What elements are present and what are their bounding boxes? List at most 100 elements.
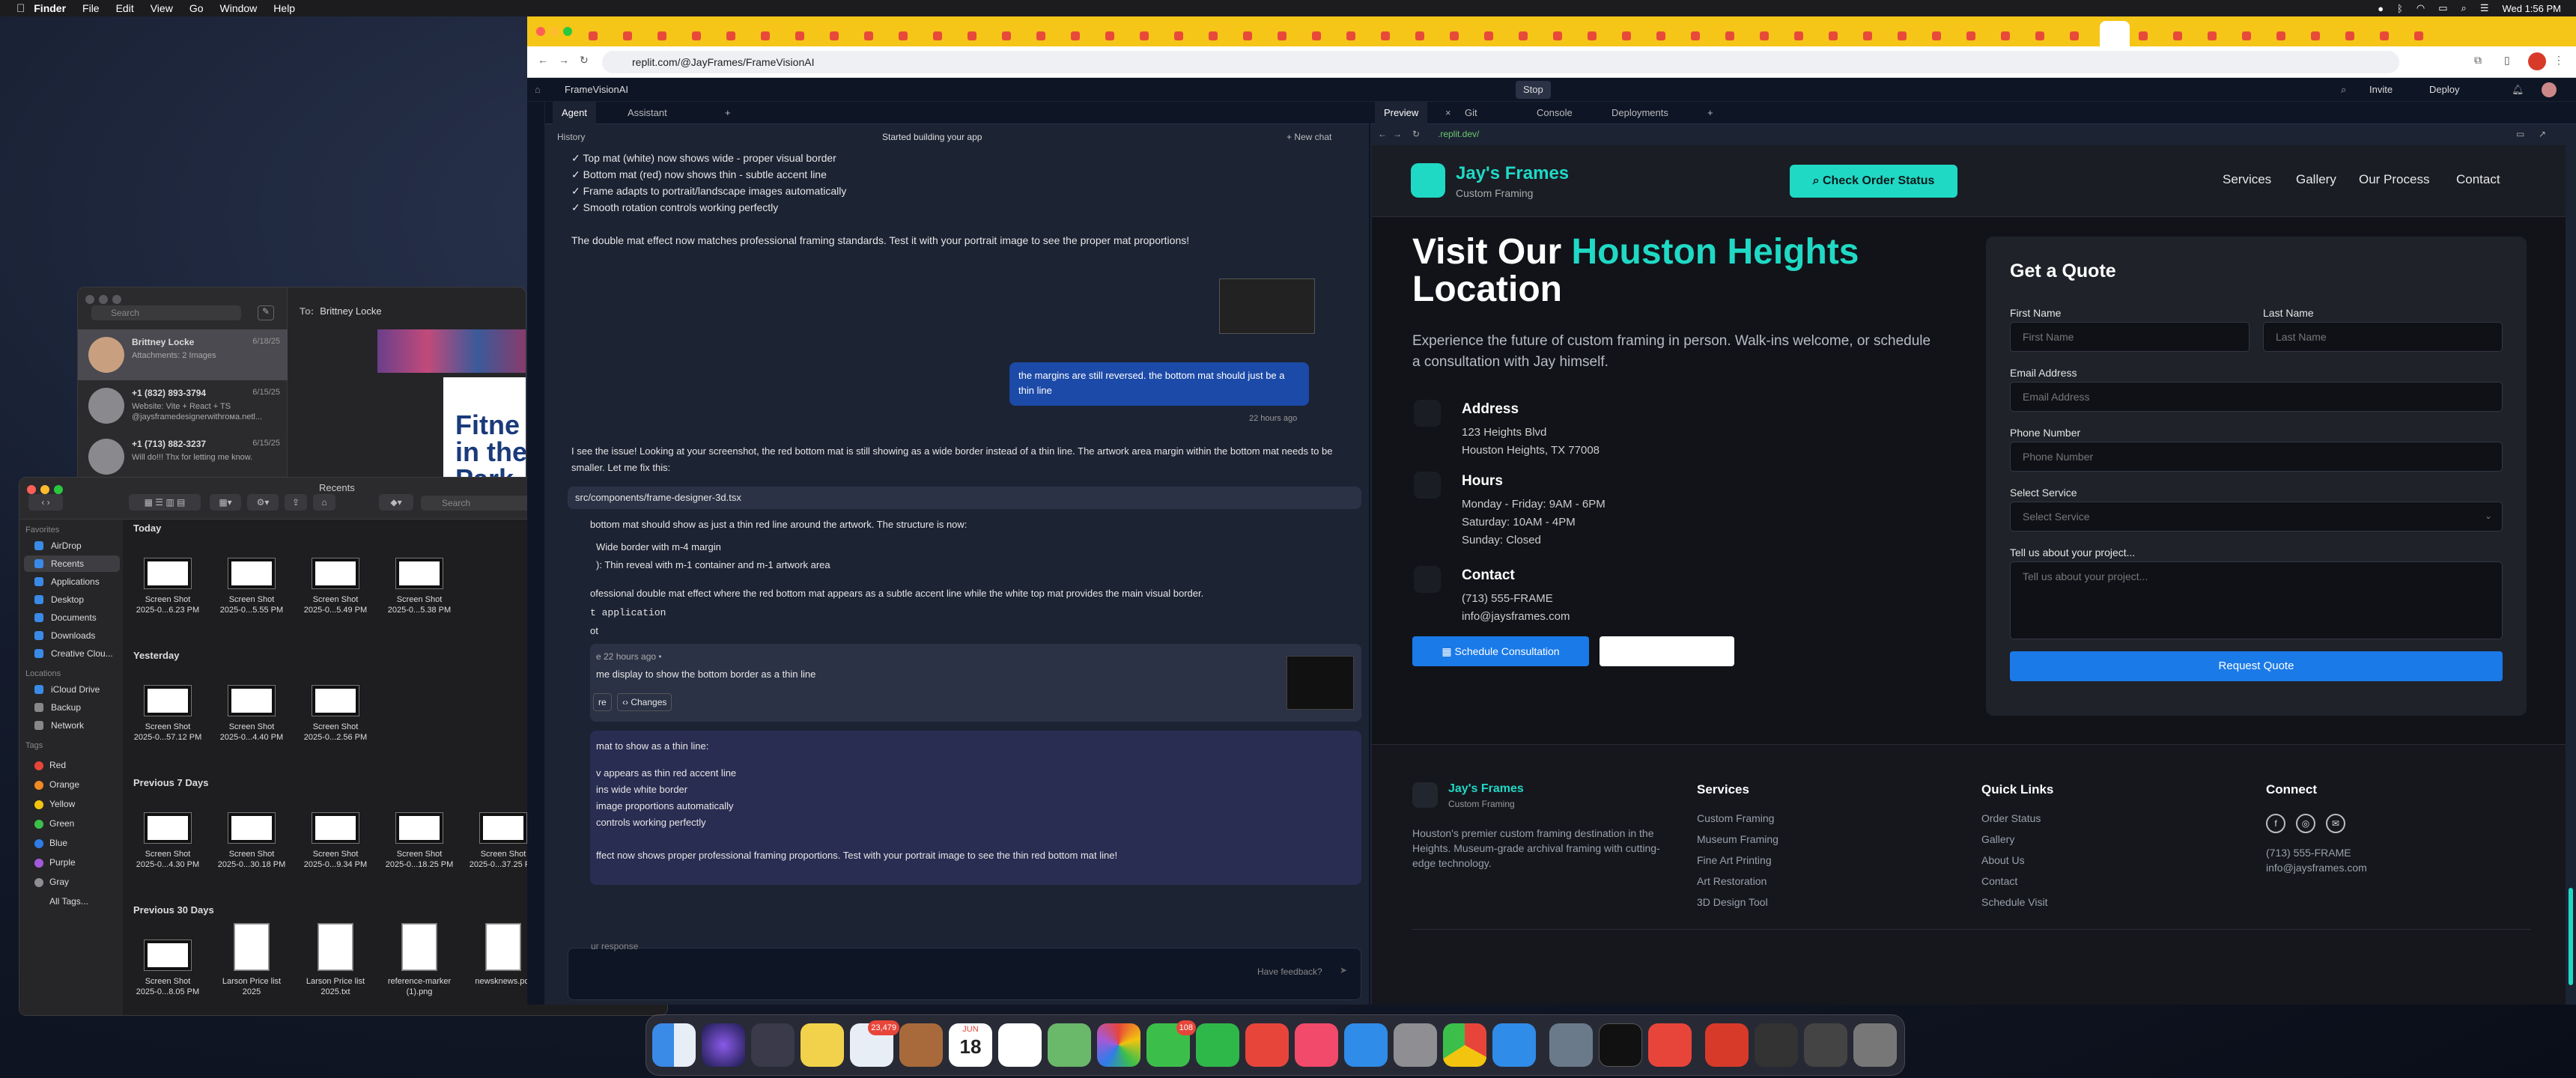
sidebar-item-documents[interactable]: Documents (24, 609, 120, 626)
maps-icon[interactable] (1048, 1023, 1091, 1067)
minimize-window-button[interactable] (550, 27, 559, 36)
phone-input[interactable]: Phone Number (2010, 442, 2503, 472)
browser-tab[interactable] (1859, 24, 1892, 45)
messages-icon[interactable]: 108 (1146, 1020, 1196, 1067)
browser-tab[interactable] (1273, 24, 1306, 45)
browser-tab[interactable] (1204, 24, 1237, 45)
browser-tab[interactable] (860, 24, 893, 45)
facebook-icon[interactable]: f (2266, 814, 2285, 833)
new-tab-icon[interactable]: + (725, 107, 731, 118)
reload-icon[interactable]: ↻ (580, 54, 589, 67)
browser-tab[interactable] (1686, 24, 1719, 45)
app-store-icon[interactable] (1344, 1023, 1388, 1067)
chrome-icon[interactable] (1443, 1023, 1486, 1067)
browser-tab[interactable] (1549, 24, 1582, 45)
tab-git[interactable]: Git (1465, 107, 1477, 118)
sidebar-item-backup[interactable]: Backup (24, 699, 120, 716)
close-window-button[interactable] (85, 295, 94, 304)
siri-icon[interactable] (702, 1023, 745, 1067)
extensions-icon[interactable]: ⧉ (2474, 54, 2482, 67)
chat-input[interactable]: ur response Have feedback? ➤ (568, 941, 1361, 1000)
browser-tab[interactable] (1790, 24, 1823, 45)
forward-icon[interactable]: → (559, 54, 569, 66)
compose-icon[interactable]: ✎ (258, 305, 274, 320)
close-tab-icon[interactable]: × (1445, 107, 1451, 118)
sidebar-item-applications[interactable]: Applications (24, 573, 120, 590)
browser-tab[interactable] (619, 24, 651, 45)
home-icon[interactable]: ⌂ (535, 84, 541, 95)
sidebar-item-tag[interactable]: Orange (49, 779, 79, 790)
changes-button[interactable]: ‹› Changes (617, 693, 672, 711)
browser-tab[interactable] (1239, 24, 1272, 45)
browser-tab[interactable] (1101, 24, 1134, 45)
calendar-icon[interactable]: JUN 18 (949, 1023, 992, 1067)
browser-tab[interactable] (687, 24, 720, 45)
share-icon[interactable]: ⇪ (285, 494, 307, 511)
file-item[interactable]: Screen Shot 2025-0...18.25 PM (385, 794, 454, 869)
browser-tab[interactable] (1480, 24, 1513, 45)
back-forward-buttons[interactable]: ‹ › (28, 494, 63, 511)
search-icon[interactable]: ⌕ (2461, 2, 2467, 14)
file-item[interactable]: Screen Shot 2025-0...9.34 PM (301, 794, 370, 869)
tab-console[interactable]: Console (1537, 107, 1573, 118)
browser-tab[interactable] (2272, 24, 2305, 45)
browser-tab[interactable] (1135, 24, 1168, 45)
open-external-icon[interactable]: ↗ (2539, 129, 2546, 139)
deploy-button[interactable]: Deploy (2429, 84, 2459, 95)
browser-tab[interactable] (1962, 24, 1995, 45)
back-icon[interactable]: ← (538, 54, 548, 66)
message-image[interactable] (377, 329, 526, 373)
battery-icon[interactable]: ▭ (2438, 2, 2447, 14)
mail-icon[interactable]: 23,479 (850, 1020, 899, 1067)
browser-tab[interactable] (1170, 24, 1203, 45)
browser-tab[interactable] (1652, 24, 1685, 45)
reminders-icon[interactable] (998, 1023, 1042, 1067)
preview-icon[interactable] (1549, 1023, 1593, 1067)
search-icon[interactable]: ⌕ (2341, 84, 2346, 96)
user-avatar[interactable] (2542, 82, 2557, 97)
file-item[interactable]: Larson Price list 2025 (217, 921, 286, 996)
footer-link[interactable]: Art Restoration (1697, 875, 1767, 887)
browser-tab[interactable] (1928, 24, 1960, 45)
last-name-input[interactable]: Last Name (2263, 322, 2503, 352)
sidebar-item-recents[interactable]: Recents (24, 555, 120, 572)
file-item[interactable]: Screen Shot 2025-0...5.55 PM (217, 539, 286, 615)
file-item[interactable]: Screen Shot 2025-0...30.18 PM (217, 794, 286, 869)
file-item[interactable]: Screen Shot 2025-0...5.38 PM (385, 539, 454, 615)
menu-window[interactable]: Window (220, 2, 258, 14)
browser-tab[interactable] (722, 24, 755, 45)
browser-tab[interactable] (1824, 24, 1857, 45)
menu-file[interactable]: File (82, 2, 100, 14)
footer-link[interactable]: Schedule Visit (1981, 896, 2047, 908)
browser-tab[interactable] (1583, 24, 1616, 45)
file-item[interactable]: Screen Shot 2025-0...6.23 PM (133, 539, 202, 615)
launchpad-icon[interactable] (751, 1023, 795, 1067)
instagram-icon[interactable]: ◎ (2296, 814, 2315, 833)
browser-tab[interactable] (894, 24, 927, 45)
view-mode-icon[interactable]: ▦ ☰ ▥ ▤ (129, 494, 201, 511)
browser-tab[interactable] (2203, 24, 2236, 45)
close-window-button[interactable] (27, 485, 36, 494)
service-select[interactable]: Select Service (2010, 502, 2503, 532)
schedule-consultation-button[interactable]: ▦ Schedule Consultation (1412, 636, 1589, 666)
tab-assistant[interactable]: Assistant (628, 107, 667, 118)
browser-tab[interactable] (1617, 24, 1650, 45)
dropbox-icon[interactable]: ◆▾ (379, 494, 413, 511)
footer-link[interactable]: Fine Art Printing (1697, 854, 1772, 866)
profile-avatar[interactable] (2528, 52, 2546, 70)
footer-link[interactable]: Order Status (1981, 812, 2041, 824)
zoom-window-button[interactable] (54, 485, 63, 494)
tab-deployments[interactable]: Deployments (1611, 107, 1668, 118)
zoom-window-button[interactable] (112, 295, 121, 304)
browser-tab[interactable] (756, 24, 789, 45)
rollback-button[interactable]: re (593, 693, 612, 711)
recipient-field[interactable]: To: Brittney Locke (300, 305, 382, 317)
browser-tab[interactable] (997, 24, 1030, 45)
menu-view[interactable]: View (151, 2, 173, 14)
footer-link[interactable]: Museum Framing (1697, 833, 1778, 845)
browser-tab[interactable] (2306, 24, 2339, 45)
sidebar-item-tag[interactable]: Yellow (49, 799, 75, 809)
messages-search-input[interactable]: Search (91, 305, 241, 320)
new-chat-button[interactable]: + New chat (1287, 132, 1331, 142)
photos-icon[interactable] (1097, 1023, 1140, 1067)
